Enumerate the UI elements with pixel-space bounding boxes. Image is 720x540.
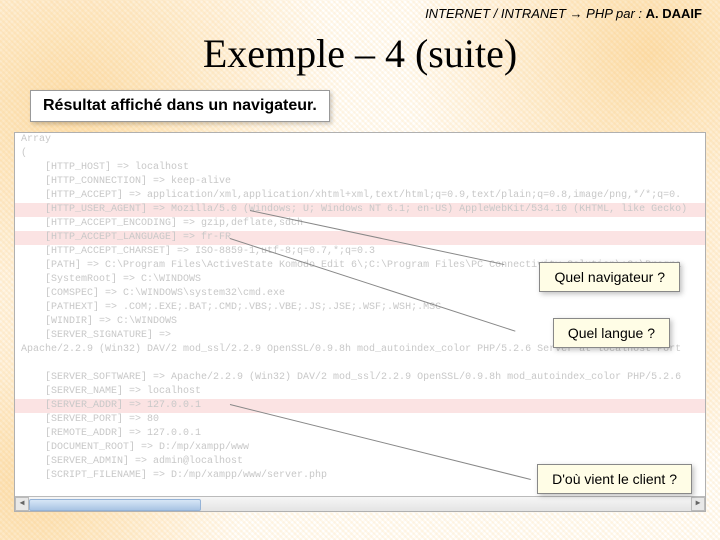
header-by: par : — [616, 6, 646, 21]
code-line — [15, 357, 705, 371]
code-line: [HTTP_ACCEPT_ENCODING] => gzip,deflate,s… — [15, 217, 705, 231]
code-line: [HTTP_CONNECTION] => keep-alive — [15, 175, 705, 189]
header-author: A. DAAIF — [646, 6, 702, 21]
header-breadcrumb: INTERNET / INTRANET → PHP par : A. DAAIF — [425, 6, 702, 21]
horizontal-scrollbar[interactable]: ◀ ▶ — [15, 496, 705, 511]
code-line: Array — [15, 133, 705, 147]
callout-browser: Quel navigateur ? — [539, 262, 680, 292]
header-topic: PHP — [586, 6, 612, 21]
scroll-right-icon[interactable]: ▶ — [691, 497, 705, 511]
code-line: [REMOTE_ADDR] => 127.0.0.1 — [15, 427, 705, 441]
code-line-highlight: [SERVER_ADDR] => 127.0.0.1 — [15, 399, 705, 413]
header-arrow: → — [570, 6, 587, 21]
code-line-highlight: [HTTP_USER_AGENT] => Mozilla/5.0 (Window… — [15, 203, 705, 217]
code-line: ( — [15, 147, 705, 161]
code-line: [PATHEXT] => .COM;.EXE;.BAT;.CMD;.VBS;.V… — [15, 301, 705, 315]
result-caption: Résultat affiché dans un navigateur. — [30, 90, 330, 122]
code-line: [SERVER_SOFTWARE] => Apache/2.2.9 (Win32… — [15, 371, 705, 385]
code-line: [HTTP_ACCEPT_CHARSET] => ISO-8859-1,utf-… — [15, 245, 705, 259]
header-context: INTERNET / INTRANET — [425, 6, 566, 21]
code-line: [SERVER_NAME] => localhost — [15, 385, 705, 399]
scroll-left-icon[interactable]: ◀ — [15, 497, 29, 511]
slide-title: Exemple – 4 (suite) — [0, 30, 720, 77]
code-line: [SERVER_PORT] => 80 — [15, 413, 705, 427]
code-line: [DOCUMENT_ROOT] => D:/mp/xampp/www — [15, 441, 705, 455]
callout-language: Quel langue ? — [553, 318, 670, 348]
callout-client: D'où vient le client ? — [537, 464, 692, 494]
code-line: [HTTP_HOST] => localhost — [15, 161, 705, 175]
code-line: [HTTP_ACCEPT] => application/xml,applica… — [15, 189, 705, 203]
scroll-thumb[interactable] — [29, 499, 201, 511]
